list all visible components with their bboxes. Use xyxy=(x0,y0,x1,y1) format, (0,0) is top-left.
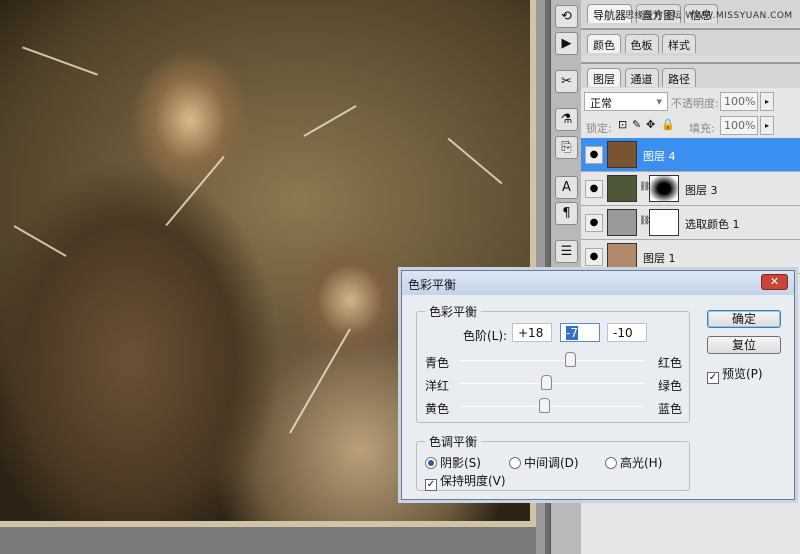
color-balance-dialog: 色彩平衡 ✕ 色彩平衡 色阶(L): +18 -7 -10 青色 红色 洋红 绿… xyxy=(401,270,795,500)
lock-paint-icon[interactable]: ✎ xyxy=(632,118,641,131)
layer-row[interactable]: ● ⛓ 选取颜色 1 xyxy=(581,206,800,240)
radio-icon xyxy=(509,457,521,469)
chevron-down-icon: ▾ xyxy=(656,95,662,108)
checkbox-icon: ✓ xyxy=(707,372,719,384)
layer-mask-thumbnail xyxy=(649,209,679,236)
lock-label: 锁定: xyxy=(586,122,612,135)
layer-name: 图层 1 xyxy=(643,252,676,265)
layer-name: 图层 3 xyxy=(685,184,718,197)
color-balance-group: 色彩平衡 xyxy=(416,303,690,423)
cyan-label: 青色 xyxy=(425,356,450,370)
checkbox-label: 保持明度(V) xyxy=(440,474,506,488)
level-cyan-red-input[interactable]: +18 xyxy=(512,323,552,342)
levels-label: 色阶(L): xyxy=(463,329,508,343)
group-label: 色调平衡 xyxy=(429,435,478,449)
checkbox-label: 预览(P) xyxy=(722,367,763,381)
layer-thumbnail xyxy=(607,243,637,270)
radio-label: 阴影(S) xyxy=(440,456,481,470)
close-button[interactable]: ✕ xyxy=(761,274,788,290)
notes-icon[interactable]: ☰ xyxy=(555,240,578,263)
tab-swatches[interactable]: 色板 xyxy=(624,34,659,53)
fill-slider-button[interactable]: ▸ xyxy=(760,116,774,135)
red-label: 红色 xyxy=(658,356,683,370)
tab-paths[interactable]: 路径 xyxy=(662,68,696,87)
character-icon[interactable]: A xyxy=(555,176,578,199)
preserve-luminosity-checkbox[interactable]: ✓ 保持明度(V) xyxy=(425,472,506,491)
fill-input[interactable]: 100% xyxy=(720,116,758,135)
tab-layers[interactable]: 图层 xyxy=(587,68,621,87)
cyan-red-slider[interactable] xyxy=(460,352,644,367)
tools-icon[interactable]: ✂ xyxy=(555,70,578,93)
preview-checkbox[interactable]: ✓ 预览(P) xyxy=(707,365,763,384)
green-label: 绿色 xyxy=(658,379,683,393)
eye-icon[interactable]: ● xyxy=(585,214,603,232)
radio-midtones[interactable]: 中间调(D) xyxy=(509,454,579,471)
yellow-blue-slider[interactable] xyxy=(460,398,644,413)
lock-move-icon[interactable]: ✥ xyxy=(646,118,655,131)
brushes-icon[interactable]: ⚗ xyxy=(555,108,578,131)
group-label: 色彩平衡 xyxy=(429,305,478,319)
radio-shadows[interactable]: 阴影(S) xyxy=(425,454,481,471)
layer-name: 选取颜色 1 xyxy=(685,218,740,231)
eye-icon[interactable]: ● xyxy=(585,180,603,198)
fill-label: 填充: xyxy=(689,122,715,135)
layer-name: 图层 4 xyxy=(643,150,676,163)
radio-icon xyxy=(605,457,617,469)
checkbox-icon: ✓ xyxy=(425,479,437,491)
level-yellow-blue-input[interactable]: -10 xyxy=(607,323,647,342)
opacity-slider-button[interactable]: ▸ xyxy=(760,92,774,111)
eye-icon[interactable]: ● xyxy=(585,248,603,266)
layer-row[interactable]: ● 图层 4 xyxy=(581,138,800,172)
slider-knob[interactable] xyxy=(539,398,550,413)
layer-thumbnail xyxy=(607,141,637,168)
paragraph-icon[interactable]: ¶ xyxy=(555,202,578,225)
selected-value: -7 xyxy=(566,326,578,340)
slider-knob[interactable] xyxy=(541,375,552,390)
dialog-title: 色彩平衡 xyxy=(402,271,794,295)
adjustment-icon xyxy=(607,209,637,236)
blue-label: 蓝色 xyxy=(658,402,683,416)
tab-color[interactable]: 颜色 xyxy=(587,34,621,53)
opacity-label: 不透明度: xyxy=(671,97,719,110)
eye-icon[interactable]: ● xyxy=(585,146,603,164)
lock-transparency-icon[interactable]: ⊡ xyxy=(618,118,627,131)
level-magenta-green-input[interactable]: -7 xyxy=(560,323,600,342)
yellow-label: 黄色 xyxy=(425,402,450,416)
radio-label: 高光(H) xyxy=(620,456,663,470)
actions-play-icon[interactable]: ▶ xyxy=(555,32,578,55)
lock-all-icon[interactable]: 🔒 xyxy=(661,118,675,131)
magenta-label: 洋红 xyxy=(425,379,450,393)
reset-button[interactable]: 复位 xyxy=(707,336,781,354)
opacity-input[interactable]: 100% xyxy=(720,92,758,111)
color-panel-group: 颜色 色板 样式 xyxy=(581,28,800,56)
blend-mode-value: 正常 xyxy=(590,97,612,110)
tab-styles[interactable]: 样式 xyxy=(662,34,696,53)
history-icon[interactable]: ⟲ xyxy=(555,5,578,28)
layer-row[interactable]: ● 图层 1 xyxy=(581,240,800,274)
radio-label: 中间调(D) xyxy=(524,456,579,470)
tab-channels[interactable]: 通道 xyxy=(624,68,659,87)
slider-knob[interactable] xyxy=(565,352,576,367)
layer-row[interactable]: ● ⛓ 图层 3 xyxy=(581,172,800,206)
radio-icon xyxy=(425,457,437,469)
ok-button[interactable]: 确定 xyxy=(707,310,781,328)
watermark: 思缘设计论坛 WWW.MISSYUAN.COM xyxy=(625,11,793,21)
layer-mask-thumbnail xyxy=(649,175,679,202)
magenta-green-slider[interactable] xyxy=(460,375,644,390)
clone-source-icon[interactable]: ⎘ xyxy=(555,136,578,159)
blend-mode-select[interactable]: 正常 ▾ xyxy=(584,92,668,111)
layer-thumbnail xyxy=(607,175,637,202)
radio-highlights[interactable]: 高光(H) xyxy=(605,454,662,471)
